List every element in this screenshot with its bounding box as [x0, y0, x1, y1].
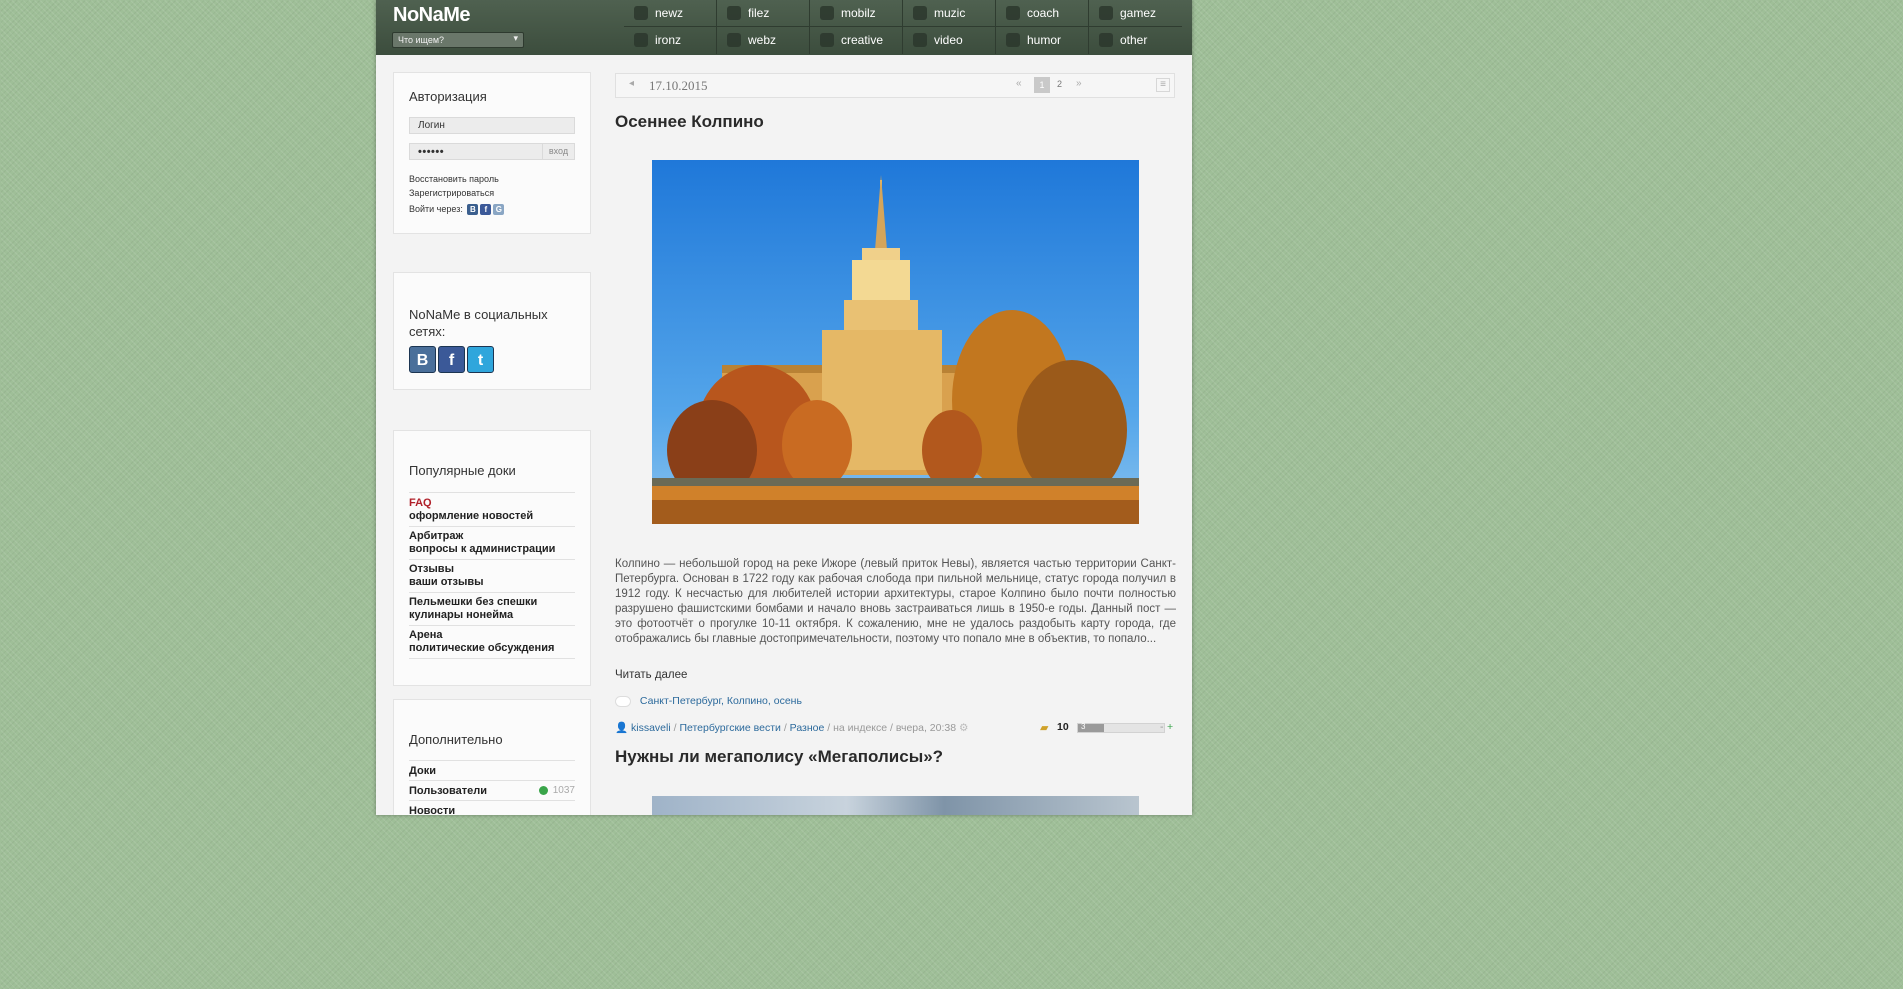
login-field[interactable]: Логин — [409, 117, 575, 134]
nav-humor[interactable]: humor — [996, 27, 1089, 54]
post-time: вчера, 20:38 — [895, 722, 957, 734]
user-icon: 👤 — [615, 722, 629, 734]
tag-link[interactable]: Колпино — [727, 695, 768, 707]
date-pager-bar: ◂ 17.10.2015 « 1 2 » ≡ — [615, 73, 1175, 98]
nav-mobilz[interactable]: mobilz — [810, 0, 903, 27]
extra-box: Дополнительно Доки Пользователи 1037 Нов… — [393, 699, 591, 815]
gear-icon[interactable]: ⚙ — [959, 722, 968, 734]
top-header: NoNaMe Что ищем? ▾ newz filez mobilz muz… — [376, 0, 1192, 55]
social-title: NoNaMe в социальных сетях: — [409, 307, 548, 339]
page-current[interactable]: 1 — [1034, 77, 1050, 93]
login-via: Войти через: ВfG — [409, 204, 505, 216]
register-link[interactable]: Зарегистрироваться — [409, 188, 494, 198]
search-input[interactable]: Что ищем? ▾ — [392, 32, 524, 48]
comment-icon[interactable]: ▰ — [1040, 721, 1048, 734]
restore-password-link[interactable]: Восстановить пароль — [409, 174, 499, 184]
extra-item-docs[interactable]: Доки — [409, 761, 575, 781]
twitter-icon[interactable]: t — [467, 346, 494, 373]
post-title[interactable]: Осеннее Колпино — [615, 112, 764, 132]
nav-other[interactable]: other — [1089, 27, 1182, 54]
extra-item-users[interactable]: Пользователи 1037 — [409, 781, 575, 801]
list-view-icon[interactable]: ≡ — [1156, 78, 1170, 92]
tag-cloud-icon — [615, 695, 631, 707]
author-link[interactable]: kissaveli — [631, 722, 671, 734]
vk-icon[interactable]: В — [467, 204, 479, 216]
popular-item[interactable]: Пельмешки без спешки кулинары нонейма — [409, 592, 575, 626]
page: NoNaMe Что ищем? ▾ newz filez mobilz muz… — [376, 0, 1192, 815]
nav-coach[interactable]: coach — [996, 0, 1089, 27]
post-title[interactable]: Нужны ли мегаполису «Мегаполисы»? — [615, 747, 943, 767]
post-meta: 👤 kissaveli / Петербургские вести / Разн… — [615, 721, 1174, 734]
popular-item[interactable]: Арена политические обсуждения — [409, 625, 575, 659]
google-icon[interactable]: G — [493, 204, 505, 216]
popular-item[interactable]: Отзывы ваши отзывы — [409, 559, 575, 593]
nav-ironz[interactable]: ironz — [624, 27, 717, 54]
nav-newz[interactable]: newz — [624, 0, 717, 27]
search-placeholder: Что ищем? — [398, 35, 445, 45]
last-page-icon[interactable]: » — [1076, 78, 1082, 89]
nav-filez[interactable]: filez — [717, 0, 810, 27]
post-excerpt: Колпино — небольшой город на реке Ижоре … — [615, 558, 1176, 645]
post-date: 17.10.2015 — [649, 78, 708, 93]
post-tags: Санкт-Петербург, Колпино, осень — [615, 695, 802, 707]
extra-title: Дополнительно — [409, 732, 503, 747]
misc-icon — [1099, 33, 1113, 47]
folder-icon — [727, 6, 741, 20]
popular-docs-box: Популярные доки FAQ оформление новостей … — [393, 430, 591, 686]
tag-link[interactable]: Санкт-Петербург — [640, 695, 721, 707]
nav-muzic[interactable]: muzic — [903, 0, 996, 27]
nav-webz[interactable]: webz — [717, 27, 810, 54]
rating-bar: 3 — [1077, 722, 1165, 733]
headphones-icon — [913, 6, 927, 20]
vk-icon[interactable]: В — [409, 346, 436, 373]
gamepad-icon — [1099, 6, 1113, 20]
chevron-down-icon[interactable]: ▾ — [513, 33, 518, 44]
auth-box: Авторизация Логин •••••• вход Восстанови… — [393, 72, 591, 234]
smile-icon — [1006, 33, 1020, 47]
bottle-icon — [1006, 6, 1020, 20]
popular-item[interactable]: FAQ оформление новостей — [409, 493, 575, 527]
category-link[interactable]: Петербургские вести — [679, 722, 780, 734]
page-link[interactable]: 2 — [1057, 79, 1062, 89]
online-icon — [539, 786, 548, 795]
popular-title: Популярные доки — [409, 463, 516, 478]
rating-value: 3 — [1081, 722, 1086, 731]
rate-minus-button[interactable]: - — [1160, 721, 1164, 733]
facebook-icon[interactable]: f — [480, 204, 492, 216]
login-submit-button[interactable]: вход — [542, 144, 574, 159]
nav-creative[interactable]: creative — [810, 27, 903, 54]
newspaper-icon — [634, 6, 648, 20]
users-count: 1037 — [552, 785, 575, 796]
extra-item-news[interactable]: Новости — [409, 801, 575, 815]
chip-icon — [634, 33, 648, 47]
nav-gamez[interactable]: gamez — [1089, 0, 1182, 27]
social-box: NoNaMe в социальных сетях: В f t — [393, 272, 591, 390]
category-link[interactable]: Разное — [790, 722, 825, 734]
category-nav: newz filez mobilz muzic coach gamez iron… — [624, 0, 1184, 55]
post-image[interactable] — [652, 796, 1139, 815]
tag-link[interactable]: осень — [774, 695, 802, 707]
first-page-icon[interactable]: « — [1016, 78, 1022, 89]
globe-icon — [727, 33, 741, 47]
read-more-link[interactable]: Читать далее — [615, 669, 687, 681]
rate-plus-button[interactable]: + — [1167, 721, 1173, 733]
password-field[interactable]: •••••• вход — [409, 143, 575, 160]
post-image[interactable] — [652, 160, 1139, 524]
auth-title: Авторизация — [409, 89, 487, 104]
post-photo — [652, 160, 1139, 524]
phone-icon — [820, 6, 834, 20]
site-logo[interactable]: NoNaMe — [393, 4, 471, 27]
arrow-left-icon[interactable]: ◂ — [629, 78, 634, 89]
nav-video[interactable]: video — [903, 27, 996, 54]
post-status: на индексе — [833, 722, 888, 734]
popular-item[interactable]: Арбитраж вопросы к администрации — [409, 526, 575, 560]
film-icon — [913, 33, 927, 47]
facebook-icon[interactable]: f — [438, 346, 465, 373]
palette-icon — [820, 33, 834, 47]
comment-count[interactable]: 10 — [1057, 721, 1069, 733]
